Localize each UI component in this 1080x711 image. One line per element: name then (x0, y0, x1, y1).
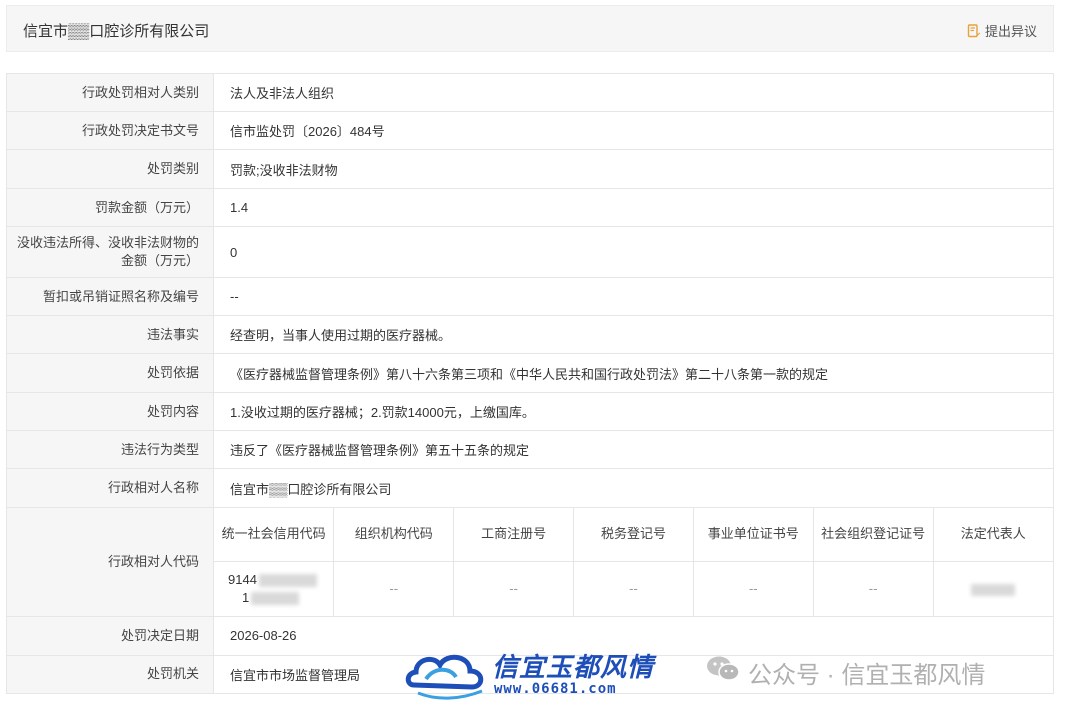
column-header: 社会组织登记证号 (812, 508, 934, 562)
credit-code-value: 9144 1 (214, 561, 334, 616)
column-header: 组织机构代码 (333, 508, 454, 562)
field-label: 行政相对人代码 (6, 507, 214, 617)
penalty-detail-table: 行政处罚相对人类别 法人及非法人组织 行政处罚决定书文号 信市监处罚〔2026〕… (6, 73, 1054, 694)
field-value: 信宜市市场监督管理局 (213, 654, 1054, 694)
table-row: 行政处罚相对人类别 法人及非法人组织 (6, 73, 1054, 112)
redacted-block (258, 573, 317, 587)
redacted-block (251, 591, 300, 605)
field-label: 行政相对人名称 (6, 468, 214, 508)
table-row: 违法事实 经查明，当事人使用过期的医疗器械。 (6, 315, 1054, 354)
field-label: 处罚决定日期 (6, 615, 214, 656)
table-row: 处罚决定日期 2026-08-26 (6, 615, 1054, 656)
table-row: 没收违法所得、没收非法财物的金额（万元） 0 (6, 226, 1054, 278)
field-value: 2026-08-26 (213, 615, 1054, 656)
table-row: 处罚类别 罚款;没收非法财物 (6, 149, 1054, 189)
raise-objection-label: 提出异议 (984, 24, 1037, 39)
field-label: 暂扣或吊销证照名称及编号 (6, 277, 214, 316)
code-header-row: 统一社会信用代码 组织机构代码 工商注册号 税务登记号 事业单位证书号 社会组织… (214, 508, 1053, 562)
field-label: 处罚类别 (6, 149, 214, 189)
field-value: 信市监处罚〔2026〕484号 (213, 111, 1054, 150)
social-org-cert-value: -- (812, 561, 934, 616)
table-row: 罚款金额（万元） 1.4 (6, 188, 1054, 227)
field-value: 罚款;没收非法财物 (213, 149, 1054, 189)
field-value: 1.4 (213, 188, 1054, 227)
field-label: 没收违法所得、没收非法财物的金额（万元） (6, 226, 214, 278)
field-label: 罚款金额（万元） (6, 188, 214, 227)
redacted-block (971, 583, 1016, 596)
column-header: 工商注册号 (453, 508, 574, 562)
table-row: 处罚机关 信宜市市场监督管理局 (6, 654, 1054, 694)
field-label: 处罚机关 (6, 654, 214, 694)
field-value: -- (213, 277, 1054, 316)
column-header: 税务登记号 (573, 508, 694, 562)
code-value-row: 9144 1 -- -- -- -- -- (214, 561, 1053, 616)
table-row: 违法行为类型 违反了《医疗器械监督管理条例》第五十五条的规定 (6, 430, 1054, 469)
field-value: 信宜市▒▒口腔诊所有限公司 (213, 468, 1054, 508)
field-value: 1.没收过期的医疗器械；2.罚款14000元，上缴国库。 (213, 392, 1054, 431)
field-label: 违法事实 (6, 315, 214, 354)
tax-reg-value: -- (573, 561, 694, 616)
record-header: 信宜市▒▒口腔诊所有限公司 提出异议 (6, 5, 1054, 52)
column-header: 法定代表人 (932, 508, 1053, 562)
credit-code-line2: 1 (242, 589, 250, 605)
code-subtable-cell: 统一社会信用代码 组织机构代码 工商注册号 税务登记号 事业单位证书号 社会组织… (213, 507, 1054, 617)
field-value: 法人及非法人组织 (213, 73, 1054, 112)
field-label: 行政处罚决定书文号 (6, 111, 214, 150)
field-value: 经查明，当事人使用过期的医疗器械。 (213, 315, 1054, 354)
field-value: 0 (213, 226, 1054, 278)
org-code-value: -- (333, 561, 454, 616)
institution-cert-value: -- (692, 561, 814, 616)
table-row: 行政相对人代码 统一社会信用代码 组织机构代码 工商注册号 税务登记号 事业单位… (6, 507, 1054, 617)
company-title: 信宜市▒▒口腔诊所有限公司 (23, 23, 210, 40)
field-label: 处罚依据 (6, 353, 214, 393)
credit-code-prefix: 9144 (228, 571, 257, 587)
column-header: 统一社会信用代码 (214, 508, 334, 562)
raise-objection-button[interactable]: 提出异议 (967, 21, 1037, 40)
table-row: 暂扣或吊销证照名称及编号 -- (6, 277, 1054, 316)
field-label: 处罚内容 (6, 392, 214, 431)
table-row: 处罚依据 《医疗器械监督管理条例》第八十六条第三项和《中华人民共和国行政处罚法》… (6, 353, 1054, 393)
table-row: 行政相对人名称 信宜市▒▒口腔诊所有限公司 (6, 468, 1054, 508)
field-label: 违法行为类型 (6, 430, 214, 469)
field-value: 违反了《医疗器械监督管理条例》第五十五条的规定 (213, 430, 1054, 469)
column-header: 事业单位证书号 (692, 508, 814, 562)
table-row: 处罚内容 1.没收过期的医疗器械；2.罚款14000元，上缴国库。 (6, 392, 1054, 431)
code-subtable: 统一社会信用代码 组织机构代码 工商注册号 税务登记号 事业单位证书号 社会组织… (214, 508, 1053, 616)
legal-rep-value (932, 561, 1053, 616)
table-row: 行政处罚决定书文号 信市监处罚〔2026〕484号 (6, 111, 1054, 150)
field-value: 《医疗器械监督管理条例》第八十六条第三项和《中华人民共和国行政处罚法》第二十八条… (213, 353, 1054, 393)
business-reg-value: -- (453, 561, 574, 616)
field-label: 行政处罚相对人类别 (6, 73, 214, 112)
edit-doc-icon (967, 23, 981, 38)
